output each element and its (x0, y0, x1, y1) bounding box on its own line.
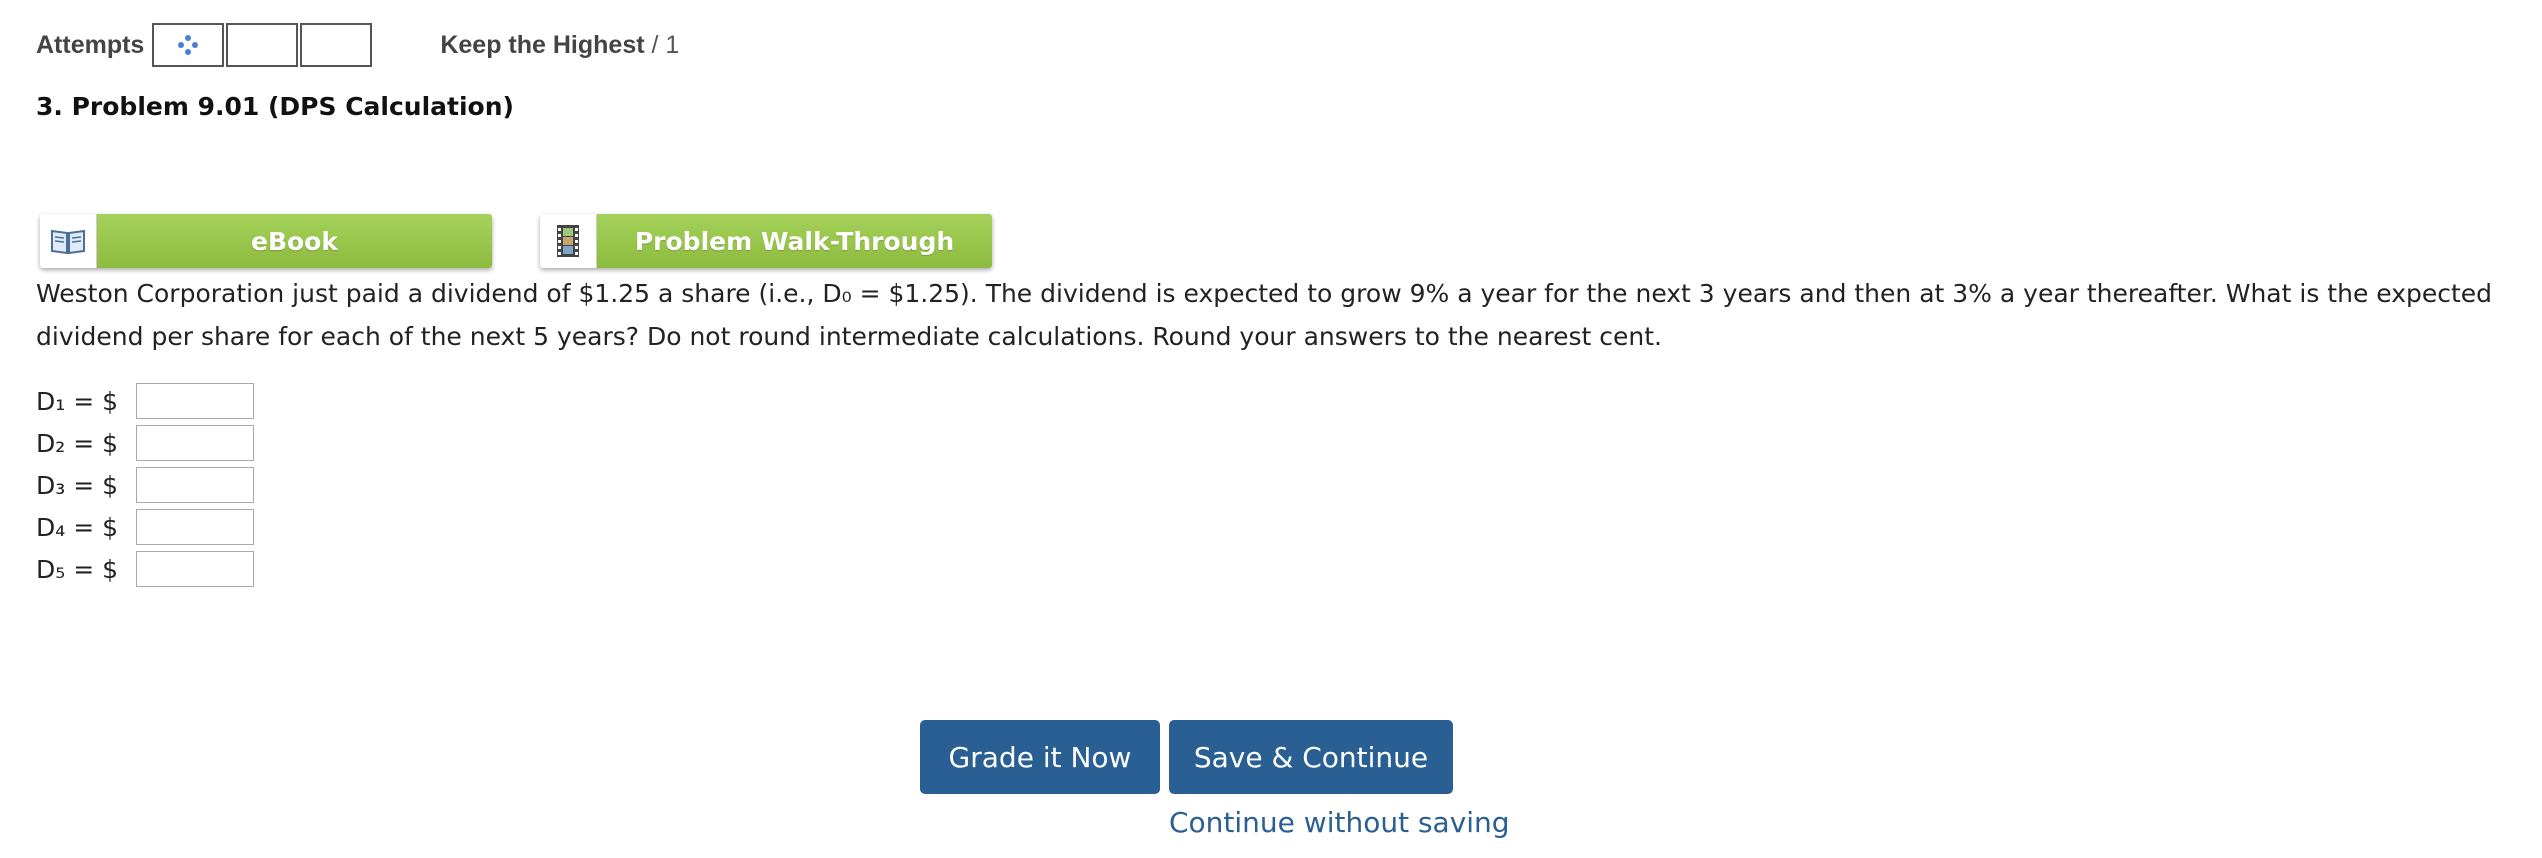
loading-dots-icon (178, 35, 199, 55)
keep-highest-separator: / (651, 30, 659, 59)
answer-row-d5: D₅ = $ (36, 548, 254, 590)
walkthrough-icon-container (540, 214, 597, 268)
answer-input-d5[interactable] (136, 551, 254, 587)
problem-title: 3. Problem 9.01 (DPS Calculation) (36, 92, 514, 121)
answer-label-d5: D₅ = $ (36, 554, 119, 584)
keep-highest: Keep the Highest / 1 (440, 31, 679, 60)
continue-without-saving-link[interactable]: Continue without saving (1169, 806, 1510, 839)
answer-label-d2: D₂ = $ (36, 428, 119, 458)
answer-row-d3: D₃ = $ (36, 464, 254, 506)
answer-label-d1: D₁ = $ (36, 386, 119, 416)
ebook-button[interactable]: eBook (40, 214, 492, 268)
answer-label-d4: D₄ = $ (36, 512, 119, 542)
attempts-label: Attempts (36, 30, 145, 59)
answer-input-d4[interactable] (136, 509, 254, 545)
question-text: Weston Corporation just paid a dividend … (36, 279, 2493, 351)
ebook-icon-container (40, 214, 97, 268)
attempt-box-3 (300, 23, 373, 67)
attempt-box-1 (152, 23, 225, 67)
keep-highest-label: Keep the Highest (440, 30, 645, 59)
answer-row-d4: D₄ = $ (36, 506, 254, 548)
attempts-bar: Attempts Keep the Highest / 1 (36, 20, 679, 70)
walkthrough-label: Problem Walk-Through (597, 214, 992, 268)
max-attempts: 1 (665, 30, 680, 59)
answer-list: D₁ = $ D₂ = $ D₃ = $ D₄ = $ D₅ = $ (36, 380, 254, 590)
attempt-boxes (152, 23, 374, 67)
attempt-box-2 (226, 23, 299, 67)
answer-input-d1[interactable] (136, 383, 254, 419)
ebook-label: eBook (97, 214, 492, 268)
save-continue-button[interactable]: Save & Continue (1169, 720, 1453, 794)
film-strip-icon (557, 225, 579, 257)
problem-walkthrough-button[interactable]: Problem Walk-Through (540, 214, 992, 268)
answer-label-d3: D₃ = $ (36, 470, 119, 500)
answer-input-d2[interactable] (136, 425, 254, 461)
grade-it-now-button[interactable]: Grade it Now (920, 720, 1160, 794)
book-icon (51, 229, 85, 255)
answer-row-d2: D₂ = $ (36, 422, 254, 464)
answer-row-d1: D₁ = $ (36, 380, 254, 422)
answer-input-d3[interactable] (136, 467, 254, 503)
